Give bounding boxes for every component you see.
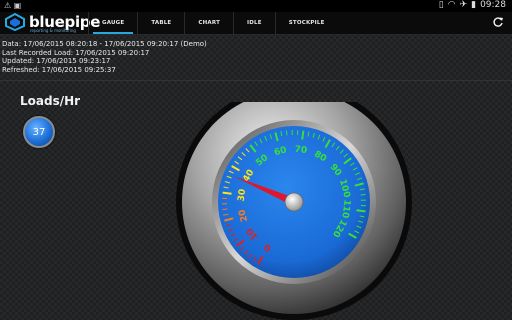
- app-tagline: reporting & monitoring: [30, 28, 76, 33]
- refreshed-text: Refreshed: 17/06/2015 09:25:37: [2, 65, 116, 74]
- vibrate-icon: ▯: [438, 0, 444, 10]
- metric-title: Loads/Hr: [20, 94, 81, 108]
- divider: [0, 80, 512, 81]
- gauge-minor-tick: [222, 208, 228, 211]
- data-range-text: Data: 17/06/2015 08:20:18 - 17/06/2015 0…: [2, 40, 207, 48]
- status-notification-icons: ⚠ ▣: [4, 1, 21, 10]
- last-recorded-text: Last Recorded Load: 17/06/2015 09:20:17: [2, 48, 150, 57]
- bluepipe-logo-icon: [5, 13, 25, 31]
- info-panel: Data: 17/06/2015 08:20:18 - 17/06/2015 0…: [2, 40, 207, 74]
- tab-table[interactable]: TABLE: [137, 12, 184, 34]
- gauge-tick-label: 30: [237, 188, 249, 202]
- gauge-major-tick: [301, 130, 305, 140]
- gauge-tick-label: 70: [294, 145, 308, 157]
- app-logo[interactable]: bluepipe reporting & monitoring: [4, 13, 100, 33]
- image-icon: ▣: [13, 1, 22, 10]
- updated-text: Updated: 17/06/2015 09:23:17: [2, 57, 111, 66]
- gauge-minor-tick: [360, 193, 366, 196]
- app-bar: bluepipe reporting & monitoring GAUGE TA…: [0, 12, 512, 35]
- tab-stockpile[interactable]: STOCKPILE: [274, 12, 338, 34]
- battery-icon: ▮: [471, 0, 477, 10]
- status-bar: ⚠ ▣ ▯ ◠ ✈ ▮ 09:28: [0, 0, 512, 12]
- tab-bar: GAUGE TABLE CHART IDLE STOCKPILE: [88, 12, 338, 34]
- gauge-minor-tick: [285, 130, 288, 136]
- tab-gauge[interactable]: GAUGE: [88, 12, 137, 34]
- tab-chart[interactable]: CHART: [184, 12, 233, 34]
- status-time: 09:28: [480, 0, 506, 10]
- refresh-icon[interactable]: [492, 16, 504, 28]
- wifi-icon: ◠: [447, 0, 456, 10]
- tab-idle[interactable]: IDLE: [233, 12, 275, 34]
- gauge-major-tick: [356, 209, 366, 213]
- airplane-icon: ✈: [459, 0, 468, 10]
- metric-value-badge: 37: [23, 116, 55, 148]
- warning-icon: ⚠: [4, 1, 12, 10]
- gauge-hub: [284, 192, 304, 212]
- loads-gauge: 0 10 20 30 40 50 60 70 80 90 100 110 120: [174, 102, 414, 320]
- gauge-major-tick: [222, 191, 232, 195]
